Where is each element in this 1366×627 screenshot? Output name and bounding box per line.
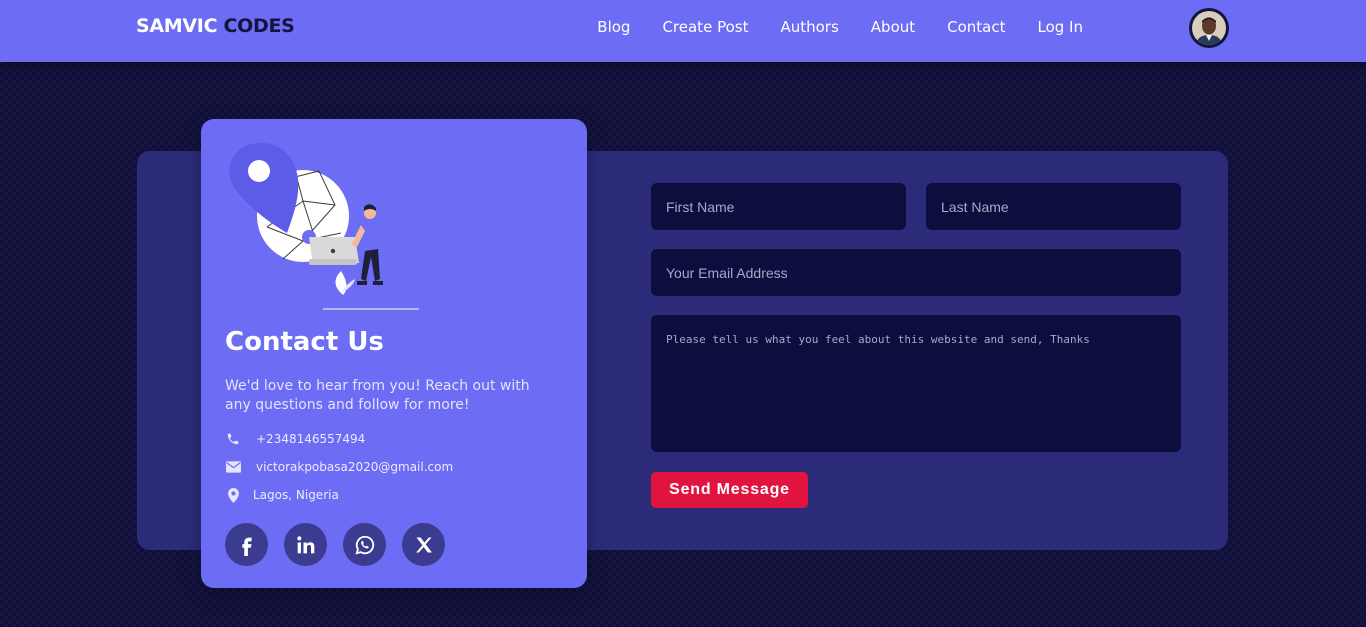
envelope-icon: [225, 459, 241, 475]
user-avatar[interactable]: [1189, 8, 1229, 48]
nav-link-login[interactable]: Log In: [1038, 18, 1084, 36]
brand-part-2: CODES: [217, 15, 295, 37]
phone-icon: [225, 431, 241, 447]
navbar: SAMVIC CODES Blog Create Post Authors Ab…: [0, 0, 1366, 62]
facebook-icon: [241, 537, 252, 556]
contact-card: Contact Us We'd love to hear from you! R…: [201, 119, 587, 588]
nav-link-about[interactable]: About: [871, 18, 915, 36]
email-input[interactable]: [651, 249, 1181, 296]
linkedin-link[interactable]: [284, 523, 327, 566]
x-icon: [415, 537, 432, 552]
nav-link-contact[interactable]: Contact: [947, 18, 1005, 36]
contact-phone[interactable]: +2348146557494: [256, 432, 365, 446]
send-message-button[interactable]: Send Message: [651, 472, 808, 508]
contact-location-row: Lagos, Nigeria: [225, 487, 339, 503]
nav-link-blog[interactable]: Blog: [597, 18, 630, 36]
linkedin-icon: [296, 535, 314, 553]
message-textarea[interactable]: [651, 315, 1181, 452]
contact-title: Contact Us: [225, 327, 384, 357]
contact-email-row: victorakpobasa2020@gmail.com: [225, 459, 453, 475]
contact-illustration: [229, 143, 419, 310]
whatsapp-link[interactable]: [343, 523, 386, 566]
contact-location: Lagos, Nigeria: [253, 488, 339, 502]
contact-description: We'd love to hear from you! Reach out wi…: [225, 378, 530, 413]
avatar-icon: [1192, 11, 1226, 45]
social-links: [225, 523, 445, 566]
whatsapp-icon: [354, 535, 374, 555]
facebook-link[interactable]: [225, 523, 268, 566]
nav-link-create-post[interactable]: Create Post: [662, 18, 748, 36]
brand-logo[interactable]: SAMVIC CODES: [136, 15, 295, 37]
contact-phone-row: +2348146557494: [225, 431, 365, 447]
first-name-input[interactable]: [651, 183, 906, 230]
brand-part-1: SAMVIC: [136, 15, 218, 37]
contact-email[interactable]: victorakpobasa2020@gmail.com: [256, 460, 453, 474]
nav-links: Blog Create Post Authors About Contact L…: [597, 18, 1083, 36]
nav-link-authors[interactable]: Authors: [780, 18, 838, 36]
map-pin-icon: [225, 487, 241, 503]
x-link[interactable]: [402, 523, 445, 566]
last-name-input[interactable]: [926, 183, 1181, 230]
